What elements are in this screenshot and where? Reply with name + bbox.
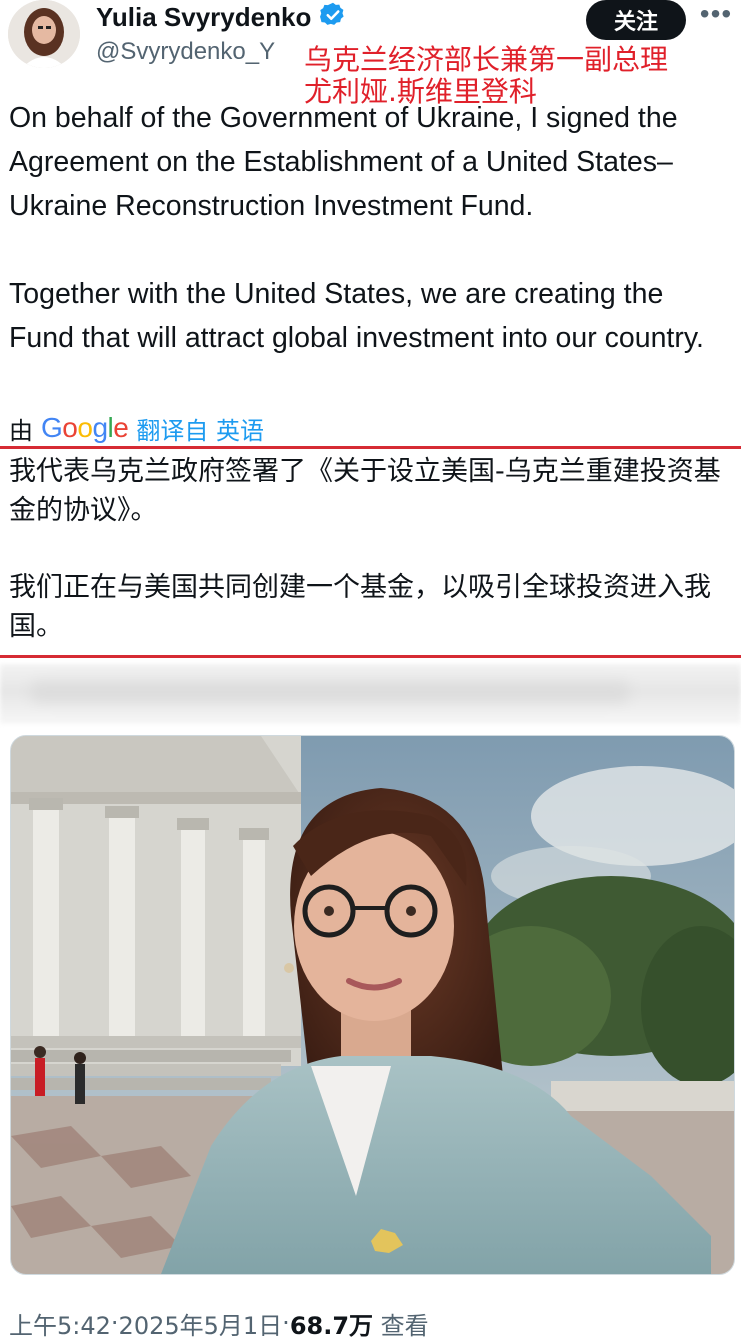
views-label: 查看 [380,1311,429,1340]
avatar[interactable] [8,0,80,68]
author-handle[interactable]: @Svyrydenko_Y [96,38,275,66]
follow-button[interactable]: 关注 [586,0,686,40]
translated-from-link[interactable]: 翻译自 英语 [136,411,264,446]
tweet-paragraph-2: Together with the United States, we are … [9,278,704,354]
meta-separator: · [282,1309,290,1337]
tweet-paragraph-1: On behalf of the Government of Ukraine, … [9,102,678,222]
tweet-date[interactable]: 2025年5月1日 [119,1306,283,1341]
verified-badge-icon [319,1,347,34]
tweet-text: On behalf of the Government of Ukraine, … [9,96,734,360]
tweet-time[interactable]: 上午5:42 [9,1306,111,1341]
translation-paragraph-1: 我代表乌克兰政府签署了《关于设立美国-乌克兰重建投资基金的协议》。 [9,456,721,526]
translation-attribution: 由 Google 翻译自 英语 [9,408,264,448]
meta-separator: · [110,1309,119,1337]
view-count: 68.7万 [289,1311,374,1340]
annotation-line-1: 乌克兰经济部长兼第一副总理 [304,43,669,76]
translation-text: 我代表乌克兰政府签署了《关于设立美国-乌克兰重建投资基金的协议》。 我们正在与美… [9,452,734,646]
translation-paragraph-2: 我们正在与美国共同创建一个基金，以吸引全球投资进入我国。 [9,572,711,642]
blurred-region [0,664,741,724]
author-name[interactable]: Yulia Svyrydenko [96,2,311,33]
more-horizontal-icon[interactable]: ••• [698,0,734,34]
google-logo: Google [41,412,129,443]
tweet-meta: 上午5:42 · 2025年5月1日 · 68.7万 查看 [9,1306,429,1340]
translated-by-label: 由 [9,416,33,445]
tweet-photo[interactable] [10,735,735,1275]
